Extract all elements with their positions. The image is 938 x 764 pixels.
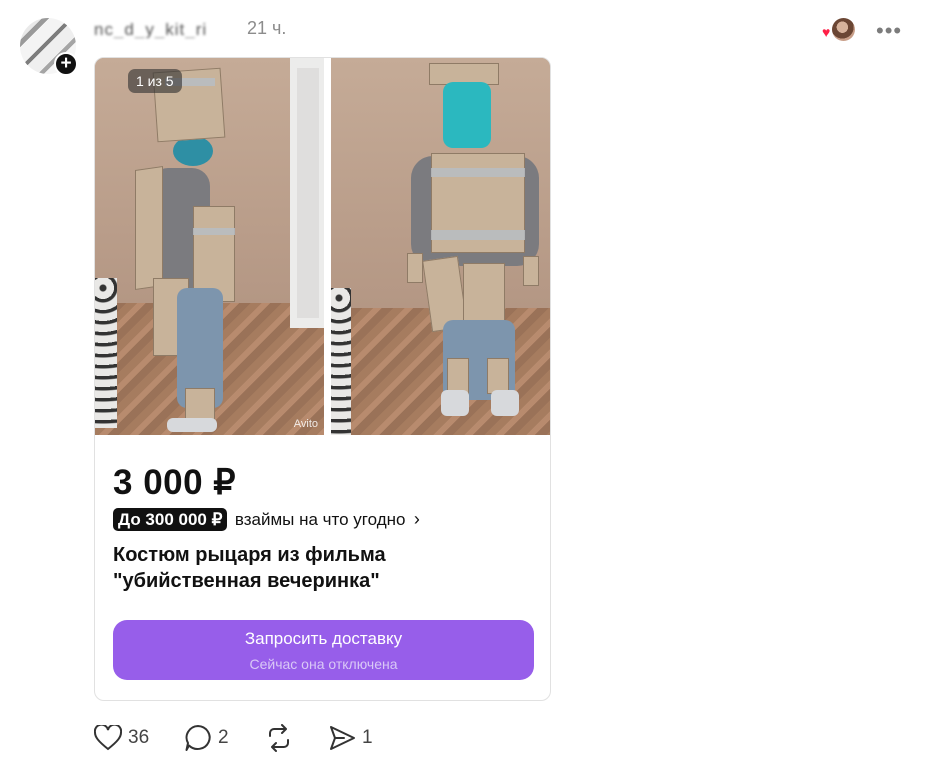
like-button[interactable]: 36 (94, 722, 149, 754)
photo-door-panel (297, 68, 319, 318)
cardboard-shins (447, 358, 469, 394)
cardboard-wrist-right (523, 256, 539, 286)
loan-text: взаймы на что угодно (234, 509, 406, 529)
follow-plus-icon[interactable]: + (54, 52, 78, 76)
delivery-disabled-note: Сейчас она отключена (249, 656, 398, 672)
request-delivery-label: Запросить доставку (244, 629, 403, 648)
listing-photo-2[interactable] (331, 58, 550, 435)
child-sock (491, 390, 519, 416)
request-delivery-button[interactable]: Запросить доставку Сейчас она отключена (113, 620, 534, 680)
loan-offer-link[interactable]: До 300 000 ₽ взаймы на что угодно › (113, 508, 420, 532)
cardboard-skirt-right (463, 263, 505, 323)
reply-count: 2 (218, 727, 229, 748)
chevron-right-icon: › (413, 509, 420, 529)
reply-button[interactable]: 2 (184, 722, 229, 754)
repost-icon (264, 724, 294, 752)
avito-watermark: Avito (293, 418, 318, 430)
armor-tape (193, 228, 235, 235)
repost-button[interactable] (264, 722, 300, 754)
photo-counter: 1 из 5 (128, 69, 182, 93)
liker-avatar (832, 18, 855, 41)
cardboard-shins (487, 358, 509, 394)
loan-badge: До 300 000 ₽ (113, 508, 228, 531)
child-sock (441, 390, 469, 416)
author-username[interactable]: nc_d_y_kit_ri (94, 20, 234, 38)
cardboard-armor-back (135, 166, 163, 290)
like-count: 36 (128, 727, 150, 748)
chest-tape (431, 168, 525, 177)
listing-card[interactable]: 1 из 5 Avito 3 000 ₽ До 300 000 ₽ взаймы… (94, 57, 551, 701)
face-blur (443, 82, 491, 148)
listing-photo-1[interactable]: 1 из 5 Avito (95, 58, 324, 435)
send-icon (328, 725, 356, 751)
listing-title[interactable]: Костюм рыцаря из фильма "убийственная ве… (113, 542, 533, 594)
photo-curtain (331, 288, 351, 435)
speech-bubble-icon (184, 724, 212, 752)
more-options-button[interactable]: ••• (876, 18, 902, 44)
cardboard-wrist-left (407, 253, 423, 283)
post-timestamp: 21 ч. (247, 18, 287, 38)
listing-price: 3 000 ₽ (113, 463, 237, 502)
heart-icon (94, 725, 122, 751)
heart-icon: ♥ (822, 24, 831, 40)
child-sock (167, 418, 217, 432)
share-count: 1 (362, 727, 373, 748)
share-button[interactable]: 1 (328, 722, 373, 754)
photo-gap (324, 58, 331, 435)
liked-by-indicator[interactable]: ♥ (822, 18, 856, 42)
photo-curtain (95, 278, 117, 428)
chest-tape-2 (431, 230, 525, 240)
